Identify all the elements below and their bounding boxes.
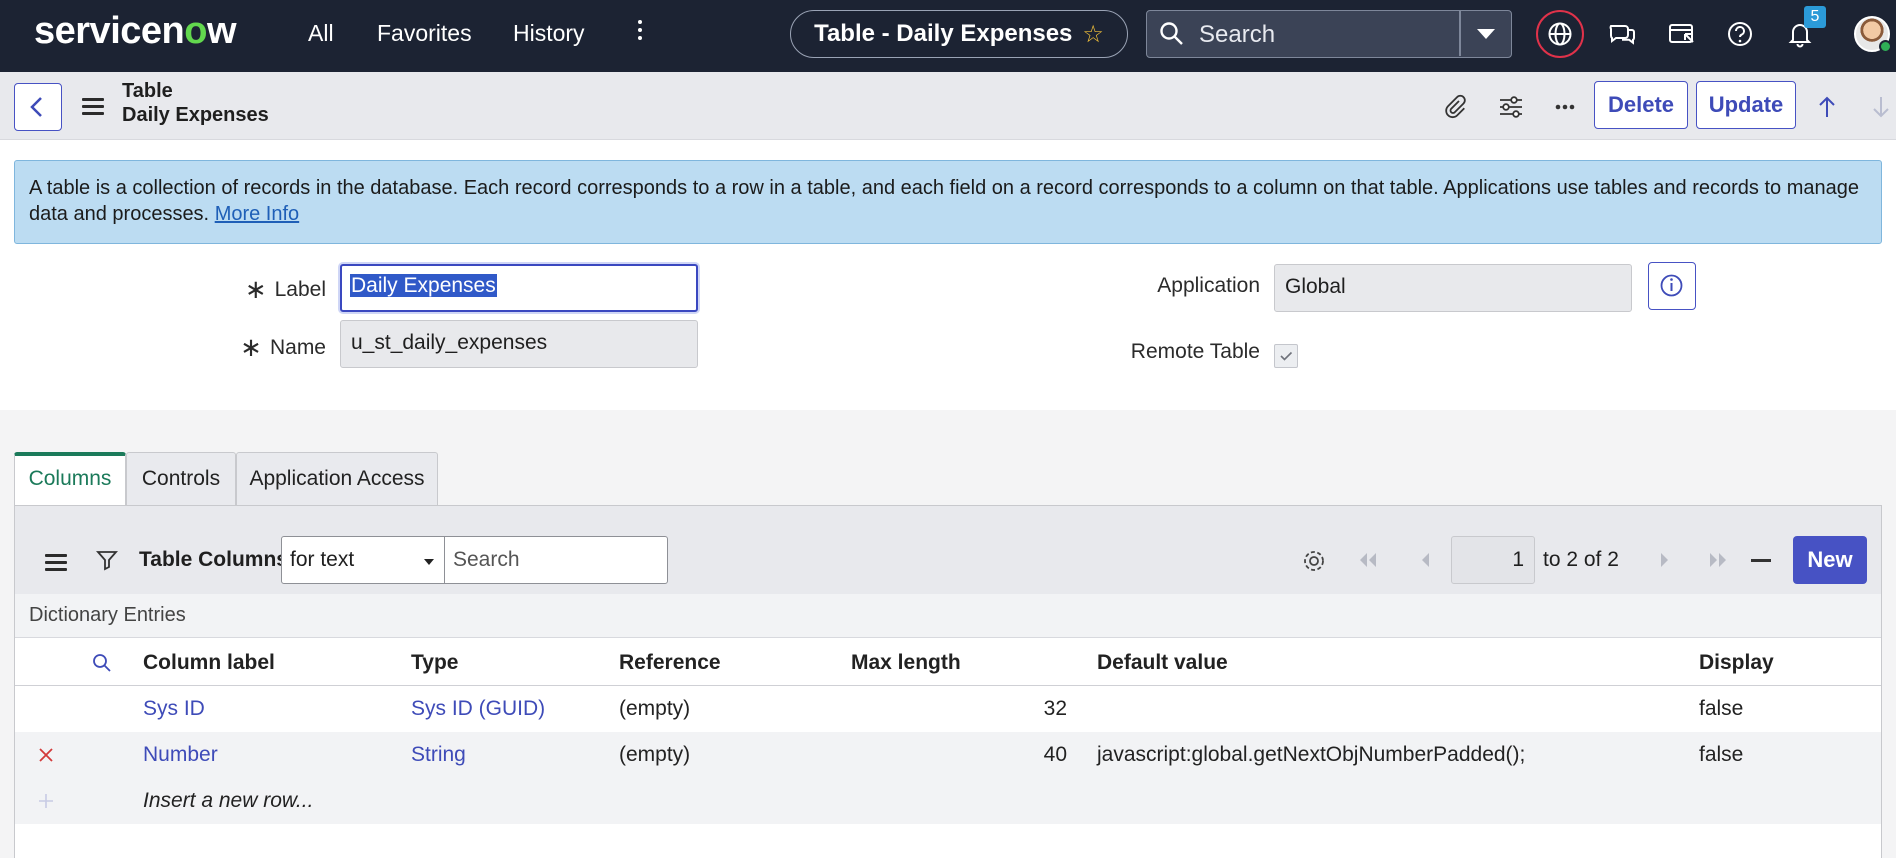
user-avatar[interactable] <box>1854 16 1892 53</box>
pagination-text: to 2 of 2 <box>1543 548 1619 571</box>
last-page-icon[interactable] <box>1707 551 1731 569</box>
form-context-menu-icon[interactable] <box>82 98 104 115</box>
remote-table-label: Remote Table <box>1130 340 1260 363</box>
cell-reference[interactable]: (empty) <box>619 743 690 767</box>
global-search[interactable]: Search <box>1146 10 1512 58</box>
more-menu-icon[interactable] <box>632 16 648 52</box>
tab-controls[interactable]: Controls <box>126 452 236 506</box>
checkmark-icon <box>1280 351 1293 361</box>
info-message-text: A table is a collection of records in th… <box>29 177 1859 225</box>
col-header-type[interactable]: Type <box>411 651 458 675</box>
first-page-icon[interactable] <box>1355 551 1379 569</box>
paperclip-icon[interactable] <box>1440 92 1470 122</box>
insert-row-label[interactable]: Insert a new row... <box>143 789 313 813</box>
arrow-up-icon[interactable] <box>1812 92 1842 122</box>
cell-column-label[interactable]: Sys ID <box>143 697 205 721</box>
impersonate-icon[interactable] <box>1666 18 1698 50</box>
cell-column-label[interactable]: Number <box>143 743 218 767</box>
next-page-icon[interactable] <box>1655 551 1673 569</box>
form-header-type: Table <box>122 80 173 102</box>
delete-button[interactable]: Delete <box>1594 81 1688 129</box>
name-input[interactable]: u_st_daily_expenses <box>340 320 698 368</box>
cell-type[interactable]: String <box>411 743 466 767</box>
table-header: Column label Type Reference Max length D… <box>15 638 1881 686</box>
filter-icon[interactable] <box>95 548 119 572</box>
nav-history[interactable]: History <box>513 20 585 47</box>
list-toolbar: Table Columns for text Search 1 to 2 of … <box>15 506 1881 594</box>
context-title-pill[interactable]: Table - Daily Expenses ☆ <box>790 10 1128 58</box>
scope-picker-button[interactable] <box>1536 10 1584 58</box>
application-field-label: Application <box>1157 274 1260 297</box>
info-message: A table is a collection of records in th… <box>14 160 1882 244</box>
label-input[interactable]: Daily Expenses <box>340 264 698 312</box>
info-icon <box>1660 274 1683 297</box>
breadcrumb[interactable]: Dictionary Entries <box>15 594 1881 638</box>
cell-max-length[interactable]: 40 <box>947 743 1067 767</box>
globe-icon <box>1548 22 1572 46</box>
col-header-display[interactable]: Display <box>1699 651 1774 675</box>
add-row-icon[interactable] <box>37 792 55 810</box>
search-columns-icon[interactable] <box>91 652 113 674</box>
cell-display[interactable]: false <box>1699 697 1743 721</box>
personalize-form-icon[interactable] <box>1496 92 1526 122</box>
search-field-select[interactable]: for text <box>281 536 445 584</box>
chevron-left-icon <box>30 97 42 117</box>
cell-reference[interactable]: (empty) <box>619 697 690 721</box>
arrow-down-icon[interactable] <box>1866 92 1896 122</box>
previous-page-icon[interactable] <box>1417 551 1435 569</box>
new-button[interactable]: New <box>1793 536 1867 584</box>
gear-icon[interactable] <box>1301 548 1327 574</box>
label-field-label: ∗ Label <box>244 274 326 304</box>
application-input[interactable]: Global <box>1274 264 1632 312</box>
nav-all[interactable]: All <box>308 20 334 47</box>
nav-favorites[interactable]: Favorites <box>377 20 472 47</box>
notification-count-badge: 5 <box>1804 6 1826 28</box>
chevron-down-icon <box>424 559 434 565</box>
delete-row-icon[interactable] <box>37 746 55 764</box>
application-info-button[interactable] <box>1648 262 1696 310</box>
required-asterisk-icon: ∗ <box>244 274 267 304</box>
remote-table-checkbox[interactable] <box>1274 344 1298 368</box>
list-context-menu-icon[interactable] <box>45 554 67 571</box>
global-search-input[interactable]: Search <box>1199 21 1275 49</box>
cell-type[interactable]: Sys ID (GUID) <box>411 697 545 721</box>
col-header-default-value[interactable]: Default value <box>1097 651 1228 675</box>
form-header-record: Daily Expenses <box>122 104 269 126</box>
cell-max-length[interactable]: 32 <box>947 697 1067 721</box>
context-title: Table - Daily Expenses <box>814 20 1073 47</box>
update-button[interactable]: Update <box>1696 81 1796 129</box>
page-number-input[interactable]: 1 <box>1451 536 1535 584</box>
list-title: Table Columns <box>139 548 288 571</box>
chat-icon[interactable] <box>1606 18 1638 50</box>
list-search-input[interactable]: Search <box>444 536 668 584</box>
top-navigation: servicenow All Favorites History Table -… <box>0 0 1896 72</box>
tab-application-access[interactable]: Application Access <box>236 452 438 506</box>
table-row: Sys ID Sys ID (GUID) (empty) 32 false <box>15 686 1881 732</box>
col-header-column-label[interactable]: Column label <box>143 651 275 675</box>
form-body: A table is a collection of records in th… <box>0 140 1896 410</box>
favorite-star-icon[interactable]: ☆ <box>1082 20 1104 49</box>
back-button[interactable] <box>14 83 62 131</box>
name-field-label: ∗ Name <box>240 332 326 362</box>
cell-display[interactable]: false <box>1699 743 1743 767</box>
required-asterisk-icon: ∗ <box>240 332 262 362</box>
servicenow-logo[interactable]: servicenow <box>34 10 237 53</box>
tab-columns[interactable]: Columns <box>14 452 126 508</box>
search-scope-dropdown-icon[interactable] <box>1477 29 1495 39</box>
help-icon[interactable] <box>1724 18 1756 50</box>
collapse-list-icon[interactable] <box>1751 559 1771 562</box>
columns-related-list: Table Columns for text Search 1 to 2 of … <box>14 505 1882 858</box>
more-options-icon[interactable] <box>1550 92 1580 122</box>
col-header-reference[interactable]: Reference <box>619 651 721 675</box>
search-icon <box>1160 22 1183 45</box>
more-info-link[interactable]: More Info <box>215 203 299 225</box>
col-header-max-length[interactable]: Max length <box>851 651 961 675</box>
insert-row[interactable]: Insert a new row... <box>15 778 1881 824</box>
table-row: Number String (empty) 40 javascript:glob… <box>15 732 1881 778</box>
form-header: Table Daily Expenses Delete Update <box>0 72 1896 140</box>
cell-default-value[interactable]: javascript:global.getNextObjNumberPadded… <box>1097 743 1525 767</box>
